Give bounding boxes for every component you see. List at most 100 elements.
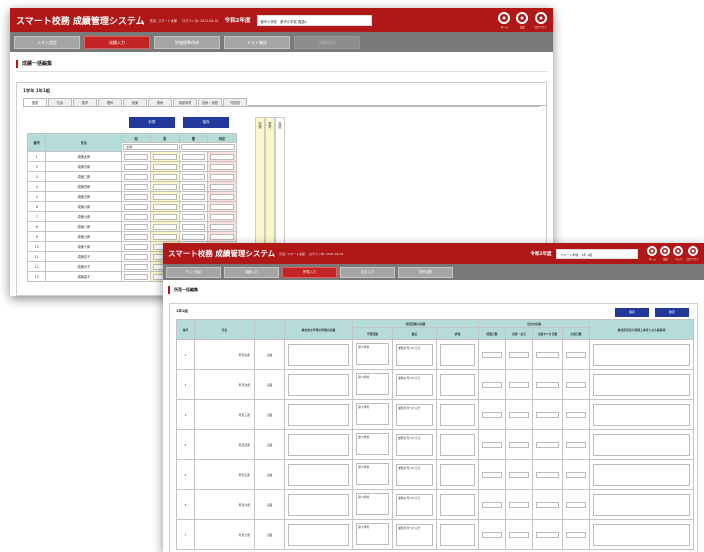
activity-input[interactable]: 調べ学習 bbox=[356, 403, 389, 425]
grade-cell[interactable] bbox=[124, 203, 148, 210]
score-cell[interactable] bbox=[210, 183, 234, 190]
note-input[interactable] bbox=[593, 493, 691, 516]
eval-input[interactable] bbox=[440, 403, 476, 426]
grade-cell[interactable] bbox=[124, 243, 148, 250]
score-cell[interactable] bbox=[210, 193, 234, 200]
grade-cell[interactable] bbox=[152, 163, 177, 170]
remarks-input[interactable] bbox=[288, 463, 349, 486]
confirm-button[interactable]: 確定 bbox=[655, 308, 689, 317]
filter-select[interactable]: 全体 bbox=[123, 144, 178, 150]
nav-grade-input[interactable]: 成績入力 bbox=[224, 266, 279, 278]
activity-input[interactable]: 調べ学習 bbox=[356, 343, 389, 365]
attendance-input[interactable] bbox=[536, 501, 560, 508]
attendance-input[interactable] bbox=[536, 351, 560, 358]
attendance-input[interactable] bbox=[482, 441, 503, 448]
nav-remarks-input[interactable]: 所見入力 bbox=[282, 266, 337, 278]
subject-tab[interactable]: 社会 bbox=[48, 98, 72, 106]
remarks-input[interactable] bbox=[288, 343, 349, 366]
grade-cell[interactable] bbox=[124, 273, 148, 280]
eval-input[interactable] bbox=[440, 493, 476, 516]
attendance-input[interactable] bbox=[509, 471, 530, 478]
remarks-input[interactable] bbox=[288, 433, 349, 456]
score-cell[interactable] bbox=[210, 163, 234, 170]
attendance-input[interactable] bbox=[536, 411, 560, 418]
subject-tab[interactable]: 理科 bbox=[98, 98, 122, 106]
eval-input[interactable] bbox=[440, 523, 476, 546]
attendance-input[interactable] bbox=[566, 411, 587, 418]
attendance-input[interactable] bbox=[482, 471, 503, 478]
nav-attendance[interactable]: 出欠入力 bbox=[340, 266, 395, 278]
attendance-input[interactable] bbox=[482, 351, 503, 358]
grade-cell[interactable] bbox=[152, 233, 177, 240]
subject-tab[interactable]: 技術・家庭 bbox=[198, 98, 222, 106]
view-input[interactable]: 課題を見つける力 bbox=[396, 493, 433, 516]
attendance-input[interactable] bbox=[536, 441, 560, 448]
activity-input[interactable]: 調べ学習 bbox=[356, 373, 389, 395]
attendance-input[interactable] bbox=[482, 531, 503, 538]
home-icon[interactable]: ホーム bbox=[647, 246, 658, 261]
note-input[interactable] bbox=[593, 523, 691, 546]
grade-cell[interactable] bbox=[124, 183, 148, 190]
school-select[interactable]: スマート学校 1年 1組 bbox=[556, 248, 639, 259]
attendance-input[interactable] bbox=[536, 531, 560, 538]
view-input[interactable]: 課題を見つける力 bbox=[396, 433, 433, 456]
subject-tab[interactable]: 国語 bbox=[23, 98, 47, 106]
note-input[interactable] bbox=[593, 343, 691, 366]
score-cell[interactable] bbox=[210, 213, 234, 220]
grade-cell[interactable] bbox=[124, 213, 148, 220]
grade-cell[interactable] bbox=[124, 173, 148, 180]
grade-cell[interactable] bbox=[181, 163, 206, 170]
gear-icon[interactable]: 設定 bbox=[660, 246, 671, 261]
grade-cell[interactable] bbox=[124, 163, 148, 170]
subject-tab[interactable]: 音楽 bbox=[123, 98, 147, 106]
eval-input[interactable] bbox=[440, 433, 476, 456]
grade-cell[interactable] bbox=[152, 173, 177, 180]
attendance-input[interactable] bbox=[482, 501, 503, 508]
grade-cell[interactable] bbox=[124, 223, 148, 230]
score-cell[interactable] bbox=[210, 233, 234, 240]
view-input[interactable]: 課題を見つける力 bbox=[396, 343, 433, 366]
grade-cell[interactable] bbox=[181, 193, 206, 200]
score-cell[interactable] bbox=[210, 203, 234, 210]
remarks-input[interactable] bbox=[288, 523, 349, 546]
attendance-input[interactable] bbox=[509, 411, 530, 418]
nav-grade-input[interactable]: 成績入力 bbox=[84, 35, 150, 49]
grade-cell[interactable] bbox=[152, 213, 177, 220]
attendance-input[interactable] bbox=[509, 531, 530, 538]
grade-cell[interactable] bbox=[152, 183, 177, 190]
eval-input[interactable] bbox=[440, 373, 476, 396]
grade-cell[interactable] bbox=[181, 183, 206, 190]
remarks-input[interactable] bbox=[288, 493, 349, 516]
nav-test-settings[interactable]: テスト設定 bbox=[14, 35, 80, 49]
save-button[interactable]: 保存 bbox=[183, 117, 229, 128]
activity-input[interactable]: 調べ学習 bbox=[356, 433, 389, 455]
grade-cell[interactable] bbox=[152, 153, 177, 160]
attendance-input[interactable] bbox=[536, 471, 560, 478]
eval-input[interactable] bbox=[440, 343, 476, 366]
nav-special-activity[interactable]: 特別活動 bbox=[398, 266, 453, 278]
attendance-input[interactable] bbox=[566, 441, 587, 448]
grade-cell[interactable] bbox=[124, 153, 148, 160]
subject-tab[interactable]: 外国語 bbox=[223, 98, 247, 106]
grade-cell[interactable] bbox=[152, 203, 177, 210]
score-cell[interactable] bbox=[210, 223, 234, 230]
attendance-input[interactable] bbox=[536, 381, 560, 388]
grade-cell[interactable] bbox=[181, 203, 206, 210]
note-input[interactable] bbox=[593, 463, 691, 486]
subject-tab[interactable]: 美術 bbox=[148, 98, 172, 106]
grade-cell[interactable] bbox=[181, 213, 206, 220]
attendance-input[interactable] bbox=[482, 411, 503, 418]
subject-tab[interactable]: 保健体育 bbox=[173, 98, 197, 106]
gear-icon[interactable]: 設定 bbox=[516, 11, 529, 29]
home-icon[interactable]: ホーム bbox=[498, 11, 511, 29]
grade-cell[interactable] bbox=[152, 223, 177, 230]
note-input[interactable] bbox=[593, 373, 691, 396]
logout-icon[interactable]: ログアウト bbox=[686, 246, 699, 261]
view-input[interactable]: 課題を見つける力 bbox=[396, 373, 433, 396]
remarks-input[interactable] bbox=[288, 373, 349, 396]
grade-cell[interactable] bbox=[181, 173, 206, 180]
nav-test-settings[interactable]: テスト設定 bbox=[166, 266, 221, 278]
grade-cell[interactable] bbox=[124, 193, 148, 200]
activity-input[interactable]: 調べ学習 bbox=[356, 523, 389, 545]
filter-select-2[interactable] bbox=[180, 144, 235, 150]
